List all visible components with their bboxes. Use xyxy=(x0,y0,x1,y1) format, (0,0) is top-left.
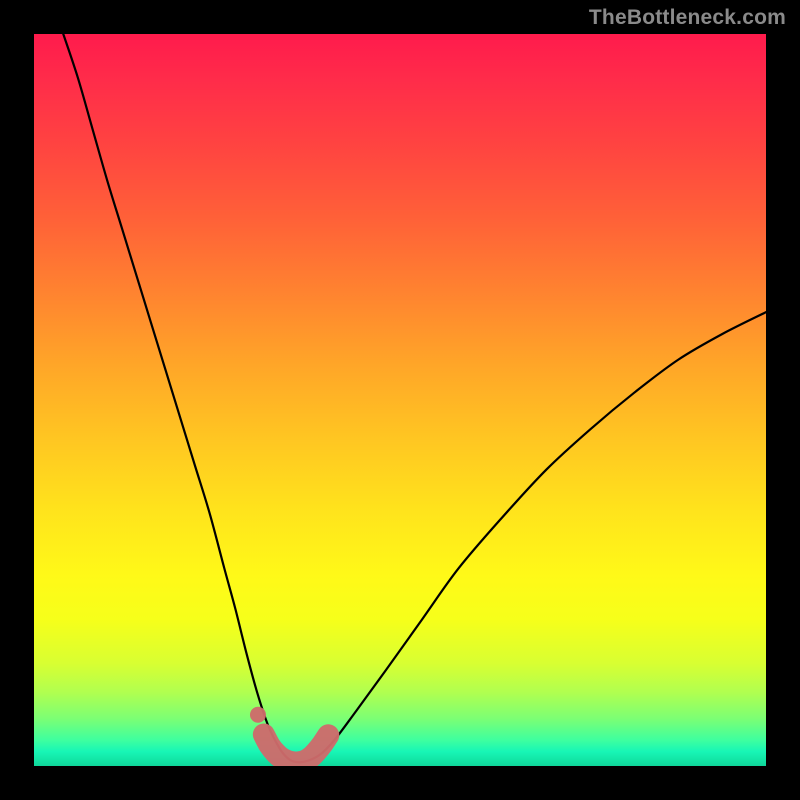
watermark-text: TheBottleneck.com xyxy=(589,6,786,30)
chart-frame: TheBottleneck.com xyxy=(0,0,800,800)
bottleneck-curve xyxy=(63,34,766,762)
plot-area xyxy=(34,34,766,766)
highlight-band xyxy=(250,707,328,763)
curve-svg xyxy=(34,34,766,766)
